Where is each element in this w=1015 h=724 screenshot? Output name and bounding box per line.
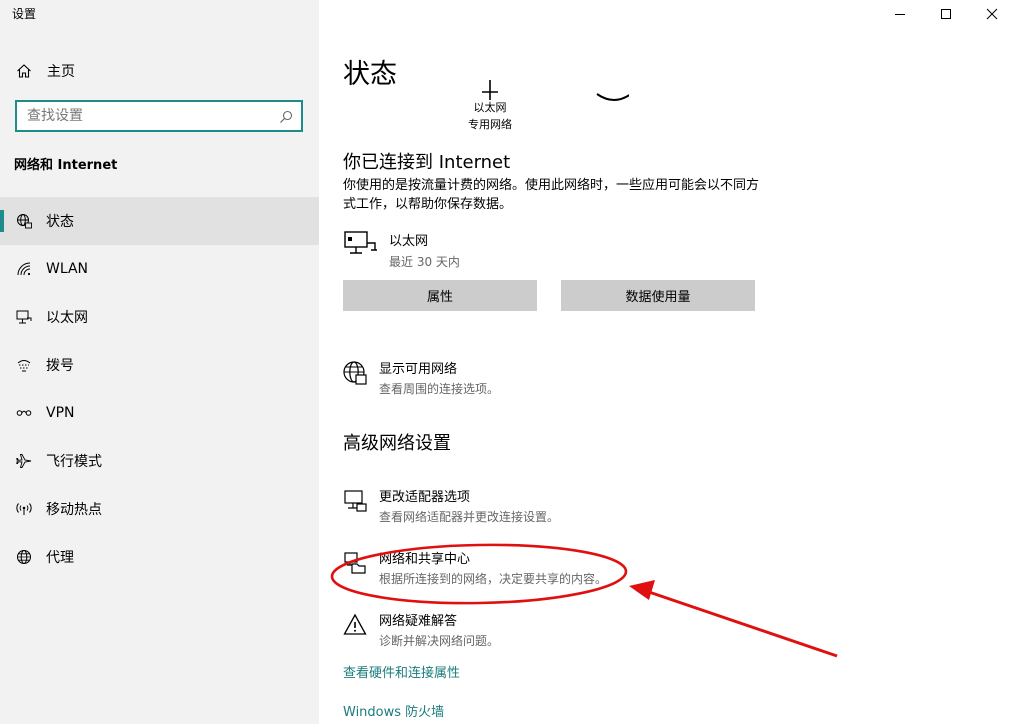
home-label: 主页 (47, 64, 75, 80)
sidebar-item-vpn[interactable]: VPN (0, 389, 319, 437)
close-icon (986, 8, 998, 20)
page-title: 状态 (343, 59, 397, 90)
ethernet-adapter: 以太网 最近 30 天内 (343, 228, 460, 270)
adapter-options-option[interactable]: 更改适配器选项 查看网络适配器并更改连接设置。 (343, 486, 559, 525)
option-desc: 查看周围的连接选项。 (379, 382, 500, 396)
properties-button[interactable]: 属性 (343, 280, 537, 311)
ethernet-diagram-icon (482, 80, 498, 100)
globe-diagram-icon (596, 93, 629, 101)
airplane-icon (16, 453, 32, 469)
globe-status-icon (16, 213, 32, 229)
advanced-settings-title: 高级网络设置 (343, 433, 451, 454)
sidebar-item-label: VPN (46, 405, 75, 421)
app-title: 设置 (12, 7, 37, 21)
hardware-properties-link[interactable]: 查看硬件和连接属性 (343, 662, 460, 681)
option-title: 显示可用网络 (379, 362, 458, 377)
home-nav-item[interactable]: 主页 (16, 60, 75, 82)
sidebar-item-label: 拨号 (46, 358, 74, 374)
troubleshoot-option[interactable]: 网络疑难解答 诊断并解决网络问题。 (343, 610, 499, 649)
ethernet-icon (16, 309, 32, 325)
maximize-button[interactable] (923, 0, 969, 28)
adapter-name: 以太网 (389, 234, 429, 249)
diagram-network-type: 专用网络 (468, 118, 512, 131)
sharing-center-option[interactable]: 网络和共享中心 根据所连接到的网络，决定要共享的内容。 (343, 548, 607, 587)
search-box[interactable] (15, 100, 303, 132)
show-networks-option[interactable]: 显示可用网络 查看周围的连接选项。 (343, 358, 499, 397)
diagram-adapter-type: 以太网 (473, 101, 507, 114)
sidebar-item-wlan[interactable]: WLAN (0, 245, 319, 293)
sidebar-item-status[interactable]: 状态 (0, 197, 319, 245)
sidebar-item-label: 以太网 (46, 310, 88, 326)
adapter-options-icon (343, 489, 367, 513)
maximize-icon (941, 9, 951, 19)
sidebar-item-label: 代理 (46, 550, 74, 566)
globe-network-icon (343, 361, 367, 385)
close-button[interactable] (969, 0, 1015, 28)
minimize-button[interactable] (877, 0, 923, 28)
sidebar-nav: 状态 WLAN 以太网 拨号 VPN 飞行模式 移动热点 代理 (0, 197, 319, 581)
firewall-link[interactable]: Windows 防火墙 (343, 701, 444, 720)
home-icon (16, 63, 32, 79)
sidebar-item-label: 移动热点 (46, 502, 102, 518)
sidebar-item-label: 飞行模式 (46, 454, 102, 470)
option-desc: 诊断并解决网络问题。 (379, 634, 500, 648)
main-content: 状态 以太网 专用网络 你已连接到 Internet 你使用的是按流量计费的网络… (319, 0, 1015, 724)
minimize-icon (895, 14, 905, 15)
adapter-usage-period: 最近 30 天内 (389, 255, 460, 269)
option-title: 网络疑难解答 (379, 614, 458, 629)
search-icon[interactable] (279, 109, 293, 123)
dialup-icon (16, 357, 32, 373)
ethernet-pc-icon (343, 228, 377, 260)
option-title: 网络和共享中心 (379, 552, 471, 567)
sidebar-item-dialup[interactable]: 拨号 (0, 341, 319, 389)
wifi-icon (16, 261, 32, 277)
sidebar-item-hotspot[interactable]: 移动热点 (0, 485, 319, 533)
sidebar-item-airplane[interactable]: 飞行模式 (0, 437, 319, 485)
sidebar-item-ethernet[interactable]: 以太网 (0, 293, 319, 341)
hotspot-icon (16, 501, 32, 517)
option-desc: 查看网络适配器并更改连接设置。 (379, 510, 560, 524)
option-desc: 根据所连接到的网络，决定要共享的内容。 (379, 572, 608, 586)
connection-status-desc: 你使用的是按流量计费的网络。使用此网络时，一些应用可能会以不同方式工作，以帮助你… (343, 178, 760, 212)
warning-icon (343, 613, 367, 637)
sharing-center-icon (343, 551, 367, 575)
sidebar-item-proxy[interactable]: 代理 (0, 533, 319, 581)
vpn-icon (16, 405, 32, 421)
sidebar: 设置 主页 网络和 Internet 状态 WLAN (0, 0, 319, 724)
globe-icon (16, 549, 32, 565)
option-title: 更改适配器选项 (379, 490, 471, 505)
data-usage-button[interactable]: 数据使用量 (561, 280, 755, 311)
connection-status-title: 你已连接到 Internet (343, 152, 511, 173)
window-controls (877, 0, 1015, 28)
sidebar-item-label: 状态 (46, 214, 74, 230)
section-title: 网络和 Internet (14, 158, 118, 173)
search-input[interactable] (17, 102, 257, 130)
sidebar-item-label: WLAN (46, 261, 89, 277)
